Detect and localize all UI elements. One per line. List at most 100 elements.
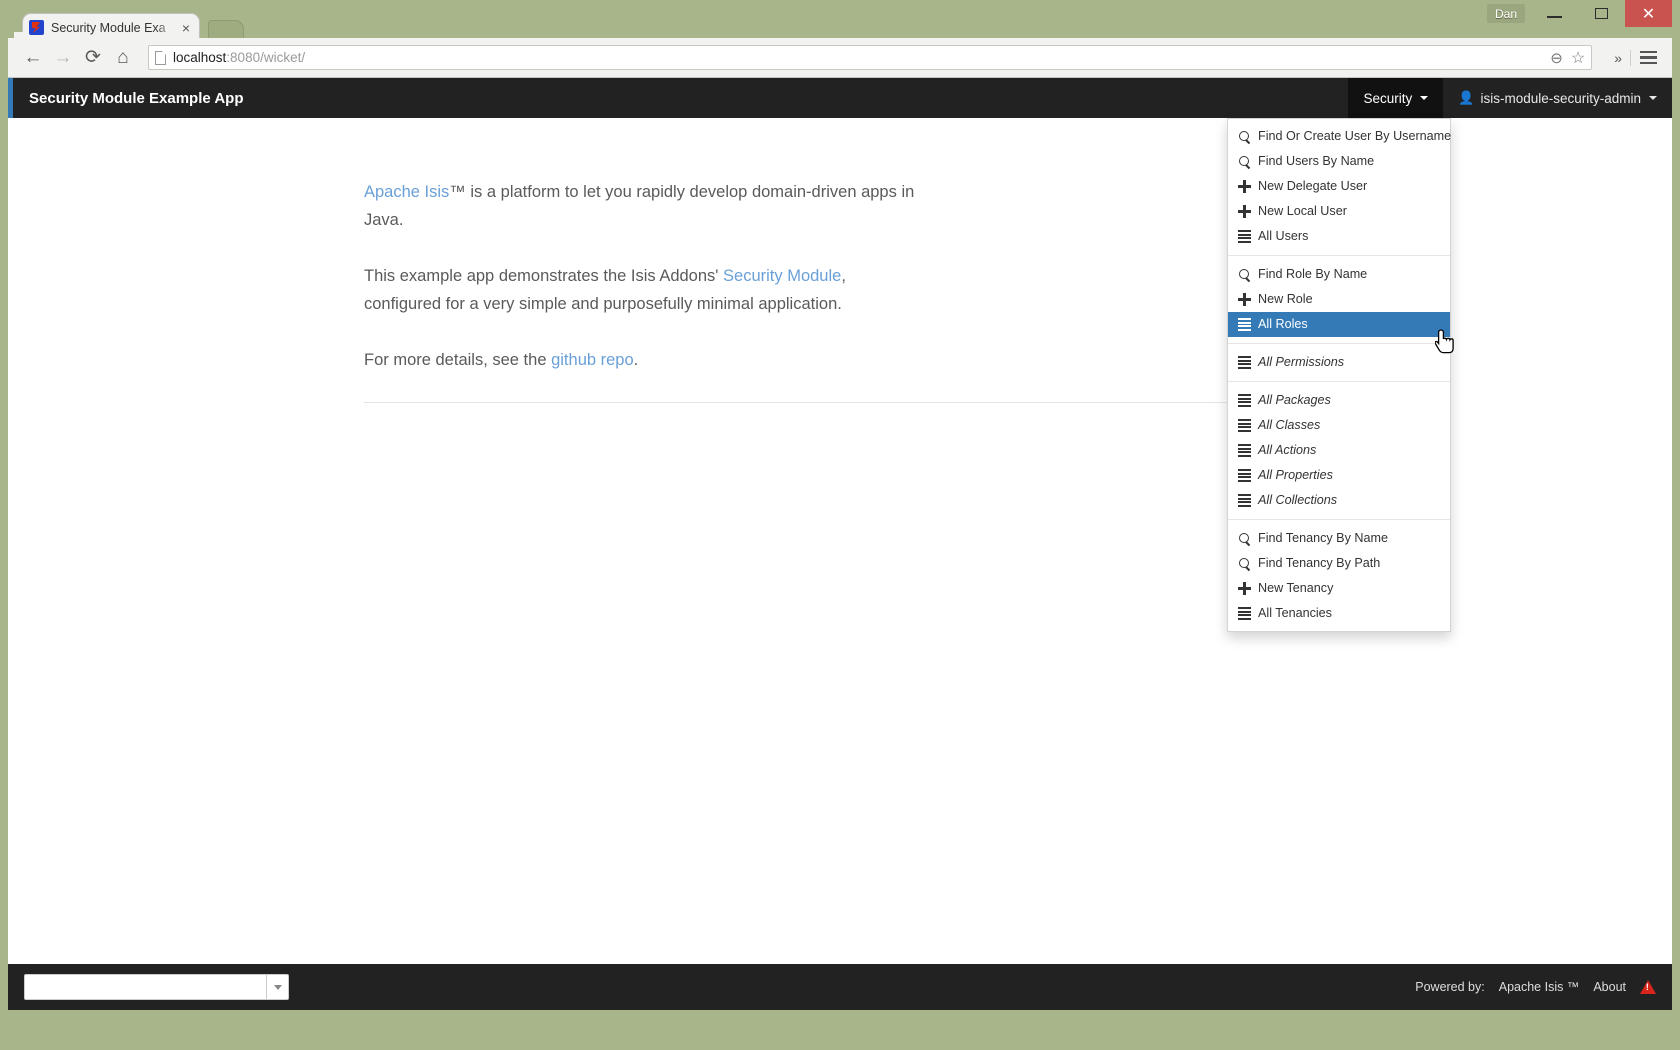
menu-item-find-tenancy-by-name[interactable]: Find Tenancy By Name [1228,526,1450,551]
user-profile-button[interactable]: Dan [1486,4,1525,23]
app-brand[interactable]: Security Module Example App [13,78,260,118]
menu-item-label: All Classes [1258,418,1321,432]
plus-icon [1238,180,1251,193]
menu-item-label: Find Tenancy By Path [1258,556,1381,570]
menu-item-new-role[interactable]: New Role [1228,287,1450,312]
tab-title: Security Module Exa [51,20,166,35]
list-icon [1238,230,1251,243]
tab-close-icon[interactable]: × [179,21,193,35]
menu-item-all-users[interactable]: All Users [1228,224,1450,249]
home-icon[interactable]: ⌂ [108,43,138,73]
page-info-icon[interactable] [155,50,166,65]
menu-item-label: Find Users By Name [1258,154,1375,168]
list-icon [1238,419,1251,432]
nav-user-menu[interactable]: 👤 isis-module-security-admin [1443,78,1672,118]
browser-toolbar: ← → ⟳ ⌂ localhost:8080/wicket/ ⊖ ☆ » [8,38,1672,78]
menu-item-all-roles[interactable]: All Roles [1228,312,1450,337]
menu-item-label: All Permissions [1258,355,1345,369]
footer-select[interactable] [24,974,289,1000]
content-inner: Apache Isis™ is a platform to let you ra… [350,118,1330,403]
security-dropdown-menu[interactable]: Find Or Create User By Username Find User… [1227,118,1451,632]
nav-security-label: Security [1363,90,1413,106]
url-text: localhost:8080/wicket/ [173,50,305,65]
menu-item-new-delegate-user[interactable]: New Delegate User [1228,174,1450,199]
bookmark-star-icon[interactable]: ☆ [1571,48,1585,68]
maximize-button[interactable] [1578,0,1625,27]
menu-separator [1228,343,1450,344]
browser-titlebar: Security Module Exa × Dan ✕ [8,0,1672,42]
toolbar-right: » [1600,46,1662,70]
app-navbar: Security Module Example App Security 👤 i… [8,78,1672,118]
back-icon[interactable]: ← [18,43,48,73]
content-link[interactable]: Apache Isis [364,183,449,201]
search-icon [1238,155,1251,168]
content-text: This example app demonstrates the Isis A… [364,267,724,285]
overflow-chevron-icon[interactable]: » [1606,49,1631,66]
url-host: localhost [173,50,227,65]
search-icon [1238,130,1251,143]
list-icon [1238,444,1251,457]
nav-security-menu[interactable]: Security [1348,78,1444,118]
search-icon [1238,532,1251,545]
menu-item-find-role-by-name[interactable]: Find Role By Name [1228,262,1450,287]
content-divider [364,402,1316,403]
intro-paragraphs: Apache Isis™ is a platform to let you ra… [364,178,1316,374]
plus-icon [1238,205,1251,218]
menu-item-all-classes[interactable]: All Classes [1228,413,1450,438]
menu-separator [1228,519,1450,520]
footer-select-arrow-icon[interactable] [266,975,288,999]
plus-icon [1238,293,1251,306]
menu-item-label: Find Or Create User By Username [1258,129,1452,143]
user-icon: 👤 [1458,90,1475,105]
content-link[interactable]: Security Module [723,267,841,285]
list-icon [1238,607,1251,620]
reload-icon[interactable]: ⟳ [78,43,108,73]
intro-paragraph-3: For more details, see the github repo. [364,346,924,374]
menu-item-label: All Collections [1258,493,1338,507]
menu-item-label: Find Role By Name [1258,267,1368,281]
list-icon [1238,494,1251,507]
forward-icon[interactable]: → [48,43,78,73]
menu-separator [1228,381,1450,382]
list-icon [1238,356,1251,369]
close-window-button[interactable]: ✕ [1625,0,1672,27]
menu-separator [1228,255,1450,256]
content-link[interactable]: github repo [551,351,634,369]
menu-item-label: New Role [1258,292,1313,306]
browser-tab[interactable]: Security Module Exa × [14,13,200,42]
menu-item-find-tenancy-by-path[interactable]: Find Tenancy By Path [1228,551,1450,576]
search-icon [1238,268,1251,281]
menu-item-find-or-create-user-by-username[interactable]: Find Or Create User By Username [1228,124,1452,149]
intro-paragraph-1: Apache Isis™ is a platform to let you ra… [364,178,924,234]
address-bar[interactable]: localhost:8080/wicket/ ⊖ ☆ [148,45,1593,70]
powered-by-label: Powered by: [1415,980,1485,994]
menu-item-label: New Local User [1258,204,1347,218]
chevron-down-icon [1649,96,1657,100]
search-icon [1238,557,1251,570]
menu-item-all-properties[interactable]: All Properties [1228,463,1450,488]
minimize-button[interactable] [1531,0,1578,27]
plus-icon [1238,582,1251,595]
menu-item-label: All Users [1258,229,1309,243]
menu-item-label: All Roles [1258,317,1308,331]
menu-item-all-permissions[interactable]: All Permissions [1228,350,1450,375]
url-path: :8080/wicket/ [226,50,306,65]
page-viewport: Security Module Example App Security 👤 i… [8,78,1672,1010]
powered-by-link[interactable]: Apache Isis ™ [1499,980,1580,994]
menu-item-all-tenancies[interactable]: All Tenancies [1228,601,1450,626]
footer-right: Powered by: Apache Isis ™ About [1415,980,1656,994]
menu-item-label: Find Tenancy By Name [1258,531,1388,545]
browser-menu-icon[interactable] [1635,46,1662,70]
about-link[interactable]: About [1593,980,1626,994]
menu-item-all-packages[interactable]: All Packages [1228,388,1450,413]
zoom-icon[interactable]: ⊖ [1550,49,1563,67]
warning-triangle-icon[interactable] [1640,980,1656,994]
menu-item-new-tenancy[interactable]: New Tenancy [1228,576,1450,601]
footer-select-value[interactable] [25,975,266,999]
menu-item-find-users-by-name[interactable]: Find Users By Name [1228,149,1450,174]
menu-item-all-collections[interactable]: All Collections [1228,488,1450,513]
menu-item-label: All Actions [1258,443,1317,457]
content-text: . [633,351,639,369]
menu-item-all-actions[interactable]: All Actions [1228,438,1450,463]
menu-item-new-local-user[interactable]: New Local User [1228,199,1450,224]
